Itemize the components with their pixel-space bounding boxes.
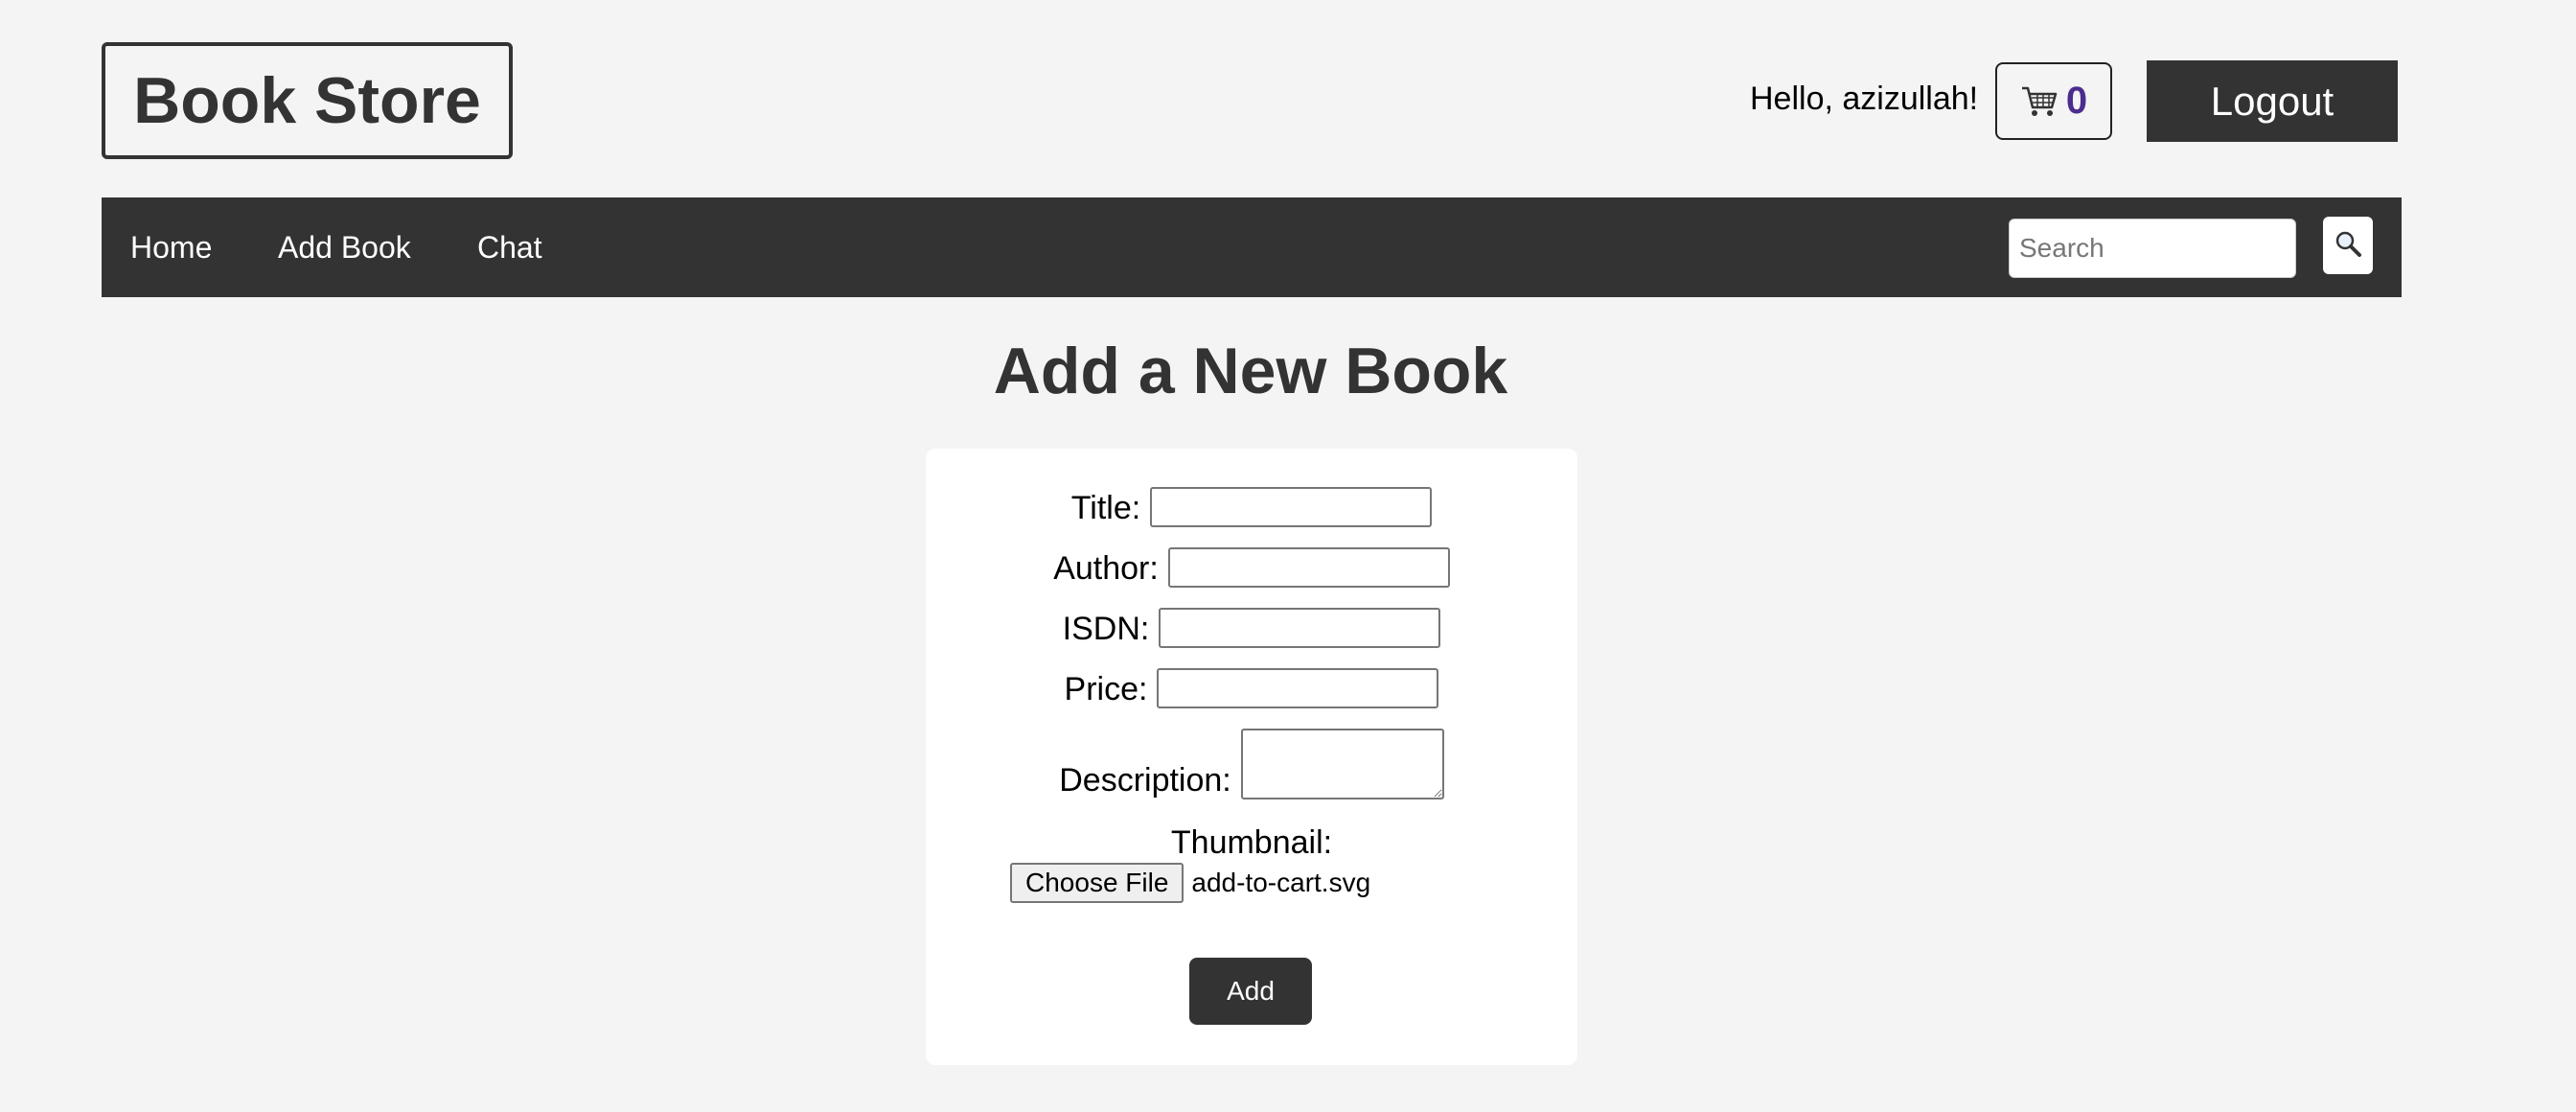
author-input[interactable] xyxy=(1167,547,1450,588)
magnifier-icon xyxy=(2334,229,2362,263)
search-button[interactable] xyxy=(2323,217,2373,274)
page-title: Add a New Book xyxy=(993,335,1508,407)
title-row: Title: xyxy=(926,487,1577,527)
author-label: Author: xyxy=(1053,550,1159,587)
isdn-label: ISDN: xyxy=(1062,611,1150,647)
isdn-input[interactable] xyxy=(1159,608,1441,648)
description-textarea[interactable] xyxy=(1240,729,1444,799)
selected-file-name: add-to-cart.svg xyxy=(1191,868,1371,897)
add-book-form: Title: Author: ISDN: Price: Description:… xyxy=(926,449,1577,1065)
thumbnail-label: Thumbnail: xyxy=(1170,824,1333,861)
price-label: Price: xyxy=(1064,671,1148,707)
shopping-cart-icon xyxy=(2020,84,2058,119)
description-row: Description: xyxy=(926,729,1577,799)
logout-button[interactable]: Logout xyxy=(2147,60,2398,142)
title-label: Title: xyxy=(1070,490,1141,526)
price-row: Price: xyxy=(926,668,1577,708)
site-logo[interactable]: Book Store xyxy=(102,42,513,159)
choose-file-button[interactable]: Choose File xyxy=(1010,863,1184,903)
nav-item-chat[interactable]: Chat xyxy=(477,197,542,297)
title-input[interactable] xyxy=(1150,487,1433,527)
price-input[interactable] xyxy=(1157,668,1439,708)
thumbnail-file-input: Choose File add-to-cart.svg xyxy=(1010,863,1370,903)
cart-count: 0 xyxy=(2065,80,2088,122)
isdn-row: ISDN: xyxy=(926,608,1577,648)
nav-item-add-book[interactable]: Add Book xyxy=(278,197,411,297)
user-greeting: Hello, azizullah! xyxy=(1750,81,1979,117)
description-label: Description: xyxy=(1059,762,1231,799)
add-button[interactable]: Add xyxy=(1189,958,1312,1025)
nav-item-home[interactable]: Home xyxy=(130,197,212,297)
cart-button[interactable]: 0 xyxy=(1995,62,2112,140)
site-header: Book Store Hello, azizullah! 0 Logout xyxy=(0,0,2576,197)
author-row: Author: xyxy=(926,547,1577,588)
search-input[interactable] xyxy=(2009,219,2296,278)
